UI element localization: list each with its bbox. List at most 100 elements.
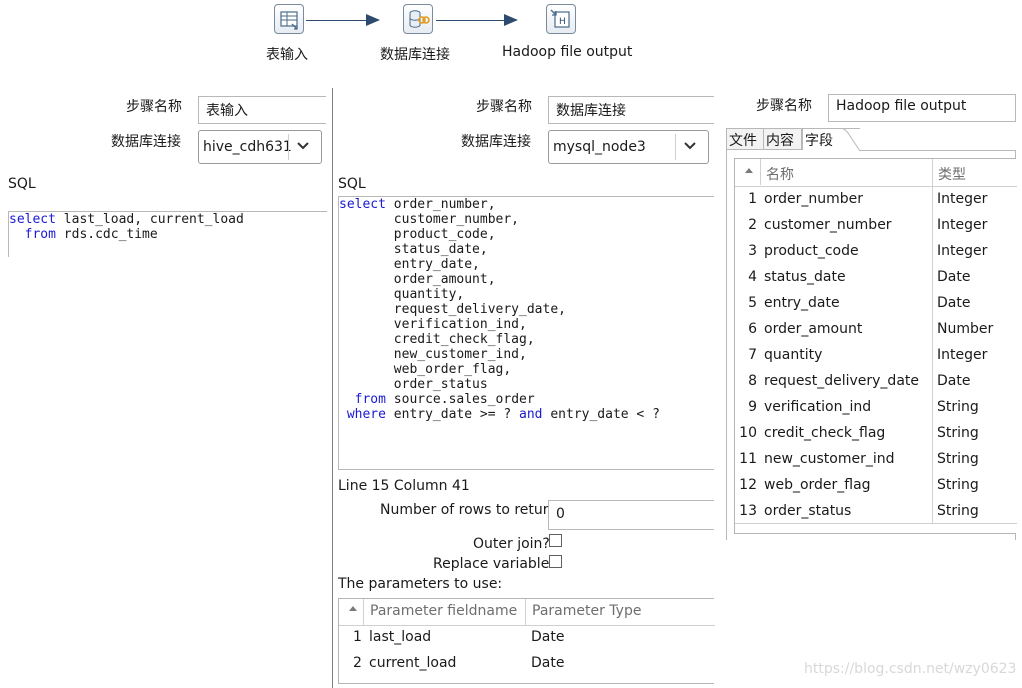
watermark: https://blog.csdn.net/wzy0623 <box>804 661 1017 677</box>
params-row-type[interactable]: Date <box>531 629 564 645</box>
right-tab-baseline <box>860 150 1016 151</box>
field-type[interactable]: String <box>937 503 979 519</box>
cursor-status: Line 15 Column 41 <box>338 478 470 494</box>
table-row[interactable]: 3 product_code Integer <box>735 243 1017 269</box>
tab-file[interactable]: 文件 <box>726 128 764 150</box>
field-name[interactable]: credit_check_flag <box>764 425 885 441</box>
table-input-icon[interactable] <box>274 4 304 34</box>
table-row[interactable]: 8 request_delivery_date Date <box>735 373 1017 399</box>
table-row[interactable]: 9 verification_ind String <box>735 399 1017 425</box>
middle-db-value: mysql_node3 <box>553 139 646 155</box>
table-row[interactable]: 4 status_date Date <box>735 269 1017 295</box>
sql-text: product_code, <box>339 227 496 242</box>
field-name[interactable]: product_code <box>764 243 859 259</box>
middle-sql-label: SQL <box>338 176 366 192</box>
hop-2 <box>436 20 506 21</box>
fields-table[interactable]: 名称 类型 1 order_number Integer 2 customer_numb… <box>734 158 1017 534</box>
params-row-num: 1 <box>353 629 362 645</box>
table-row[interactable]: 10 credit_check_flag String <box>735 425 1017 451</box>
params-label: The parameters to use: <box>338 576 503 592</box>
field-type[interactable]: Integer <box>937 243 987 259</box>
fields-header-bottom <box>735 186 1017 187</box>
field-type[interactable]: String <box>937 477 979 493</box>
left-db-select[interactable]: hive_cdh631 <box>198 130 322 164</box>
transformation-canvas: 表输入 数据库连接 H Hadoop file output <box>0 0 1022 80</box>
field-type[interactable]: String <box>937 399 979 415</box>
field-type[interactable]: Date <box>937 373 970 389</box>
field-name[interactable]: verification_ind <box>764 399 871 415</box>
middle-db-select[interactable]: mysql_node3 <box>548 130 709 164</box>
params-header-fieldname[interactable]: Parameter fieldname <box>370 603 517 619</box>
field-name[interactable]: request_delivery_date <box>764 373 919 389</box>
field-name[interactable]: entry_date <box>764 295 840 311</box>
sql-keyword: from <box>354 392 386 407</box>
params-header-divider <box>363 599 364 625</box>
sql-keyword: where <box>346 407 386 422</box>
field-name[interactable]: order_status <box>764 503 851 519</box>
field-type[interactable]: Number <box>937 321 993 337</box>
field-row-num: 2 <box>748 217 757 233</box>
field-type[interactable]: Integer <box>937 191 987 207</box>
table-row[interactable]: 2 customer_number Integer <box>735 217 1017 243</box>
field-name[interactable]: status_date <box>764 269 846 285</box>
chevron-down-icon[interactable] <box>675 134 705 160</box>
left-db-label: 数据库连接 <box>111 134 181 150</box>
left-sql-editor[interactable]: select last_load, current_load from rds.… <box>8 211 327 257</box>
chevron-down-icon[interactable] <box>288 134 318 160</box>
field-name[interactable]: new_customer_ind <box>764 451 895 467</box>
tab-content[interactable]: 内容 <box>764 128 802 150</box>
middle-sql-editor[interactable]: select order_number, customer_number, pr… <box>338 196 714 470</box>
table-row[interactable]: 13 order_status String <box>735 503 1017 529</box>
sort-up-icon[interactable] <box>743 165 755 181</box>
replace-vars-label: Replace variables <box>433 556 557 572</box>
middle-step-name-input[interactable]: 数据库连接 <box>548 96 714 124</box>
hadoop-output-icon[interactable]: H <box>546 4 576 34</box>
params-row-type[interactable]: Date <box>531 655 564 671</box>
table-row[interactable]: 12 web_order_flag String <box>735 477 1017 503</box>
sql-text: entry_date, <box>339 257 480 272</box>
database-join-icon[interactable] <box>403 4 433 34</box>
field-name[interactable]: web_order_flag <box>764 477 871 493</box>
field-type[interactable]: Date <box>937 295 970 311</box>
field-name[interactable]: customer_number <box>764 217 892 233</box>
replace-vars-checkbox[interactable] <box>549 555 562 568</box>
fields-header-type[interactable]: 类型 <box>938 164 966 184</box>
params-row-name[interactable]: current_load <box>369 655 456 671</box>
table-row[interactable]: 11 new_customer_ind String <box>735 451 1017 477</box>
panel-divider-left <box>332 88 333 688</box>
sql-text: new_customer_ind, <box>339 347 527 362</box>
params-header-type[interactable]: Parameter Type <box>532 603 641 619</box>
hop-1-arrow <box>366 14 380 26</box>
table-row[interactable]: 1 order_number Integer <box>735 191 1017 217</box>
params-row-name[interactable]: last_load <box>369 629 431 645</box>
field-type[interactable]: String <box>937 451 979 467</box>
params-table[interactable]: Parameter fieldname Parameter Type 1 las… <box>338 598 715 684</box>
hop-2-arrow <box>504 14 518 26</box>
table-row[interactable]: 6 order_amount Number <box>735 321 1017 347</box>
sort-up-icon[interactable] <box>347 603 359 619</box>
rows-input[interactable]: 0 <box>548 500 714 530</box>
field-type[interactable]: Integer <box>937 347 987 363</box>
params-header-divider <box>525 599 526 625</box>
right-step-name-label: 步骤名称 <box>756 98 812 114</box>
field-row-num: 4 <box>748 269 757 285</box>
field-row-num: 6 <box>748 321 757 337</box>
fields-header-name[interactable]: 名称 <box>766 164 794 184</box>
field-name[interactable]: quantity <box>764 347 822 363</box>
field-name[interactable]: order_amount <box>764 321 862 337</box>
step-label-database-join: 数据库连接 <box>380 47 450 63</box>
right-step-name-input[interactable]: Hadoop file output <box>828 94 1016 122</box>
field-name[interactable]: order_number <box>764 191 863 207</box>
table-row[interactable]: 5 entry_date Date <box>735 295 1017 321</box>
field-row-num: 13 <box>739 503 757 519</box>
outer-join-checkbox[interactable] <box>549 534 562 547</box>
table-row[interactable]: 7 quantity Integer <box>735 347 1017 373</box>
field-type[interactable]: Integer <box>937 217 987 233</box>
left-db-value: hive_cdh631 <box>203 139 292 155</box>
tab-fields-slant <box>836 128 861 152</box>
field-type[interactable]: String <box>937 425 979 441</box>
left-step-name-input[interactable]: 表输入 <box>198 96 326 124</box>
sql-text: entry_date >= ? <box>385 407 520 422</box>
field-type[interactable]: Date <box>937 269 970 285</box>
